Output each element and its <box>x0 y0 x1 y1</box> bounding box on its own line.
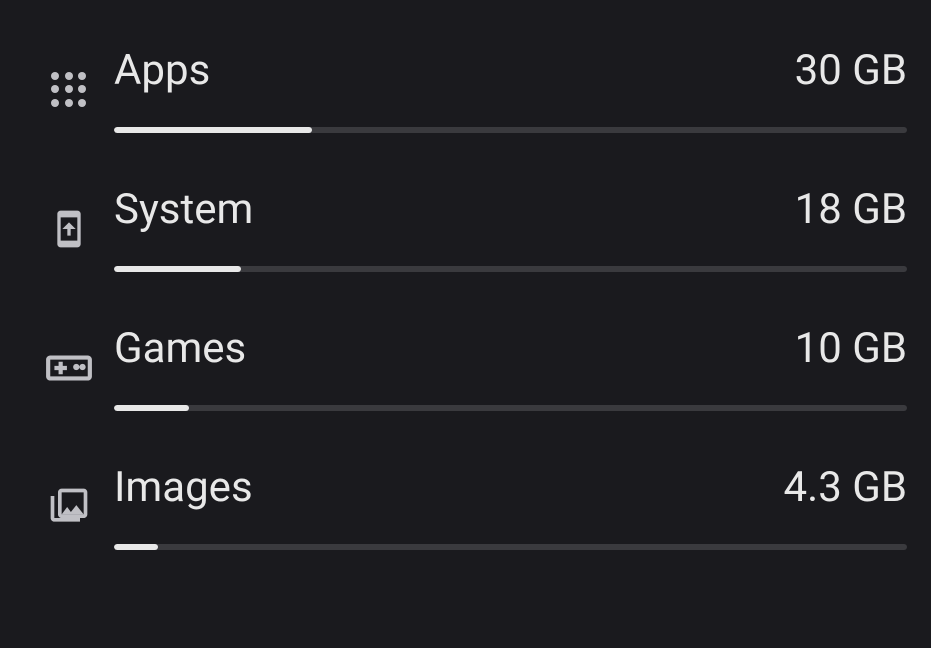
storage-item-system[interactable]: System 18 GB <box>24 159 907 298</box>
games-icon <box>24 343 114 393</box>
progress-fill <box>114 266 241 272</box>
storage-item-size: 18 GB <box>795 185 907 234</box>
storage-list: Apps 30 GB System 18 GB <box>0 0 931 596</box>
system-icon <box>24 209 114 249</box>
storage-item-apps[interactable]: Apps 30 GB <box>24 20 907 159</box>
storage-item-label: Images <box>114 463 253 512</box>
storage-item-size: 10 GB <box>795 324 907 373</box>
progress-bar <box>114 266 907 272</box>
progress-fill <box>114 127 312 133</box>
storage-item-size: 4.3 GB <box>784 463 907 512</box>
apps-icon <box>24 72 114 108</box>
storage-item-games[interactable]: Games 10 GB <box>24 298 907 437</box>
progress-bar <box>114 405 907 411</box>
images-icon <box>24 485 114 529</box>
progress-bar <box>114 127 907 133</box>
progress-fill <box>114 544 158 550</box>
storage-item-label: System <box>114 185 253 234</box>
storage-item-label: Games <box>114 324 246 373</box>
progress-bar <box>114 544 907 550</box>
storage-item-size: 30 GB <box>795 46 907 95</box>
progress-fill <box>114 405 189 411</box>
storage-item-label: Apps <box>114 46 210 95</box>
storage-item-images[interactable]: Images 4.3 GB <box>24 437 907 576</box>
